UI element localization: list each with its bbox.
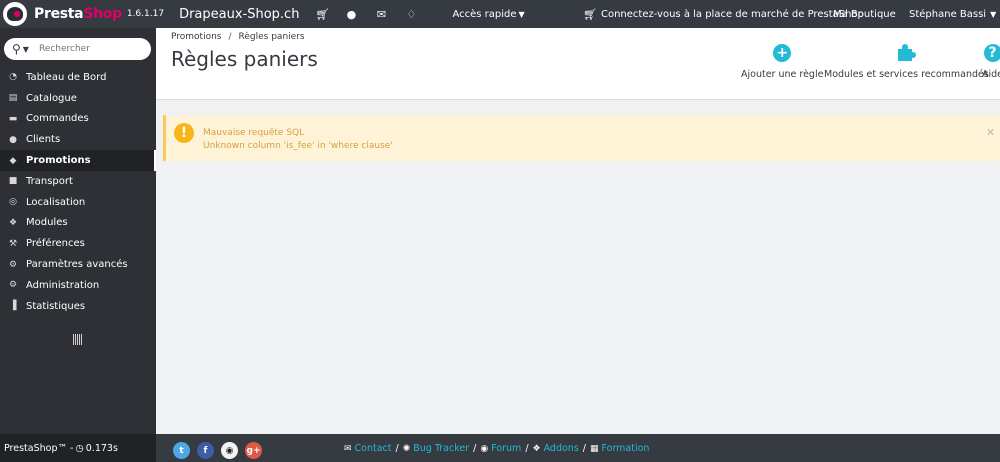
puzzle-icon: ❖ (8, 217, 18, 228)
globe-icon: ◎ (9, 197, 17, 208)
sidebar-item-modules[interactable]: ❖ Modules (0, 213, 156, 234)
sidebar-item-label: Commandes (26, 113, 89, 125)
cart-icon[interactable]: 🛒︎ (315, 8, 329, 21)
facebook-icon[interactable]: f (197, 442, 214, 459)
training-link[interactable]: ▦ Formation (590, 443, 649, 454)
user-menu[interactable]: Stéphane Bassi ▼ (909, 0, 996, 28)
sidebar-item-catalogue[interactable]: ▤ Catalogue (0, 88, 156, 109)
sidebar-item-administration[interactable]: ⚙ Administration (0, 275, 156, 296)
sidebar-item-preferences[interactable]: ⚒ Préférences (0, 233, 156, 254)
sidebar-item-label: Localisation (26, 196, 86, 208)
addons-link[interactable]: ❖ Addons (533, 443, 579, 454)
bug-icon: ✺ (402, 443, 411, 454)
sidebar-item-label: Administration (26, 279, 100, 291)
gear-icon: ⚙ (8, 280, 18, 291)
sidebar-item-label: Modules (26, 217, 68, 229)
caret-down-icon: ▼ (518, 9, 525, 19)
alert-detail: Unknown column 'is_fee' in 'where clause… (203, 141, 393, 151)
contact-link[interactable]: ✉ Contact (344, 443, 392, 454)
sidebar-item-transport[interactable]: ■ Transport (0, 171, 156, 192)
sidebar-item-localisation[interactable]: ◎ Localisation (0, 192, 156, 213)
search-icon[interactable]: ⚲ (12, 42, 21, 56)
bug-tracker-link[interactable]: ✺ Bug Tracker (403, 443, 469, 454)
page-header: Promotions / Règles paniers Règles paniers… (156, 28, 1000, 100)
sidebar-item-label: Tableau de Bord (26, 71, 107, 83)
sidebar-item-label: Paramètres avancés (26, 259, 128, 271)
help-button[interactable]: ? Aide (982, 44, 1000, 80)
breadcrumb-current: Règles paniers (238, 32, 305, 42)
close-icon[interactable]: ✕ (986, 126, 995, 139)
sidebar-item-commandes[interactable]: ▬ Commandes (0, 109, 156, 130)
forum-link[interactable]: ◉ Forum (480, 443, 521, 454)
twitter-icon[interactable]: t (173, 442, 190, 459)
version-label: 1.6.1.17 (126, 9, 165, 19)
book-icon: ▤ (8, 93, 18, 104)
page-title: Règles paniers (171, 47, 318, 71)
exclamation-circle-icon: ! (174, 123, 194, 143)
recommended-modules-button[interactable]: Modules et services recommandés (824, 44, 989, 80)
github-icon[interactable]: ◉ (221, 442, 238, 459)
shop-name-link[interactable]: Drapeaux-Shop.ch (179, 7, 299, 22)
clock-icon: ◷ (75, 442, 84, 454)
dashboard-icon: ◔ (9, 72, 17, 83)
sidebar-item-clients[interactable]: ● Clients (0, 129, 156, 150)
users-icon: ● (9, 134, 17, 145)
cogs-icon: ⚙ (8, 259, 18, 270)
prestashop-logo-icon (3, 2, 27, 26)
user-icon[interactable]: ● (345, 8, 357, 21)
puzzle-icon: ❖ (532, 443, 541, 454)
sidebar-item-label: Catalogue (26, 92, 77, 104)
load-time: 0.173s (85, 442, 118, 454)
collapse-menu-icon[interactable] (73, 334, 83, 345)
book-icon: ▦ (589, 443, 599, 454)
credit-card-icon: ▬ (8, 113, 18, 124)
envelope-icon: ✉ (344, 443, 352, 454)
sidebar-item-statistiques[interactable]: ▐ Statistiques (0, 296, 156, 317)
add-rule-button[interactable]: + Ajouter une règle (741, 44, 823, 80)
footer-version: PrestaShop™ - ◷ 0.173s (0, 434, 156, 462)
top-bar: PrestaShop 1.6.1.17 Drapeaux-Shop.ch 🛒︎ … (0, 0, 1000, 28)
alert-title: Mauvaise requête SQL (203, 128, 305, 138)
truck-icon: ■ (8, 176, 18, 187)
brand-name: PrestaShop (34, 6, 122, 22)
question-circle-icon: ? (983, 44, 1000, 62)
tags-icon: ◆ (9, 155, 17, 166)
google-plus-icon[interactable]: g+ (245, 442, 262, 459)
sidebar: ⚲ ▼ ◔ Tableau de Bord ▤ Catalogue ▬ Commandes… (0, 28, 156, 434)
sidebar-item-label: Préférences (26, 238, 85, 250)
breadcrumb: Promotions / Règles paniers (171, 32, 305, 42)
social-links: t f ◉ g+ (173, 442, 262, 459)
my-shop-link[interactable]: Ma Boutique (833, 0, 896, 28)
plus-circle-icon: + (773, 44, 792, 62)
trophy-icon[interactable]: ♢ (405, 8, 417, 21)
search-input[interactable] (38, 44, 139, 54)
search-box: ⚲ ▼ (4, 38, 151, 60)
quick-access-menu[interactable]: Accès rapide ▼ (452, 9, 524, 20)
footer-links: ✉ Contact / ✺ Bug Tracker / ◉ Forum / ❖ Addons /… (344, 442, 650, 454)
bar-chart-icon: ▐ (9, 301, 17, 312)
sidebar-item-tableau-de-bord[interactable]: ◔ Tableau de Bord (0, 67, 156, 88)
alert-message: Mauvaise requête SQL Unknown column 'is_… (203, 127, 393, 153)
puzzle-icon (896, 44, 917, 62)
sql-error-alert: ! Mauvaise requête SQL Unknown column 'i… (163, 115, 1000, 161)
sidebar-item-label: Promotions (26, 155, 91, 167)
sidebar-menu: ◔ Tableau de Bord ▤ Catalogue ▬ Commandes ● Cli… (0, 67, 156, 317)
comments-icon: ◉ (480, 443, 489, 454)
caret-down-icon: ▼ (990, 9, 997, 19)
top-icons: 🛒︎ ● ✉ ♢ (315, 8, 417, 21)
breadcrumb-root[interactable]: Promotions (171, 32, 221, 42)
footer: PrestaShop™ - ◷ 0.173s t f ◉ g+ ✉ Contact… (0, 434, 1000, 462)
prestashop-logo[interactable]: PrestaShop 1.6.1.17 (3, 2, 164, 26)
sidebar-item-label: Statistiques (26, 300, 86, 312)
sidebar-item-promotions[interactable]: ◆ Promotions (0, 150, 156, 171)
sidebar-item-label: Transport (26, 175, 73, 187)
sidebar-item-label: Clients (26, 134, 61, 146)
caret-down-icon[interactable]: ▼ (23, 45, 29, 54)
envelope-icon[interactable]: ✉ (375, 8, 387, 21)
marketplace-link[interactable]: 🛒︎ Connectez-vous à la place de marché d… (583, 0, 864, 28)
sidebar-item-parametres-avances[interactable]: ⚙ Paramètres avancés (0, 254, 156, 275)
cart-icon: 🛒︎ (583, 7, 597, 21)
wrench-icon: ⚒ (8, 238, 18, 249)
